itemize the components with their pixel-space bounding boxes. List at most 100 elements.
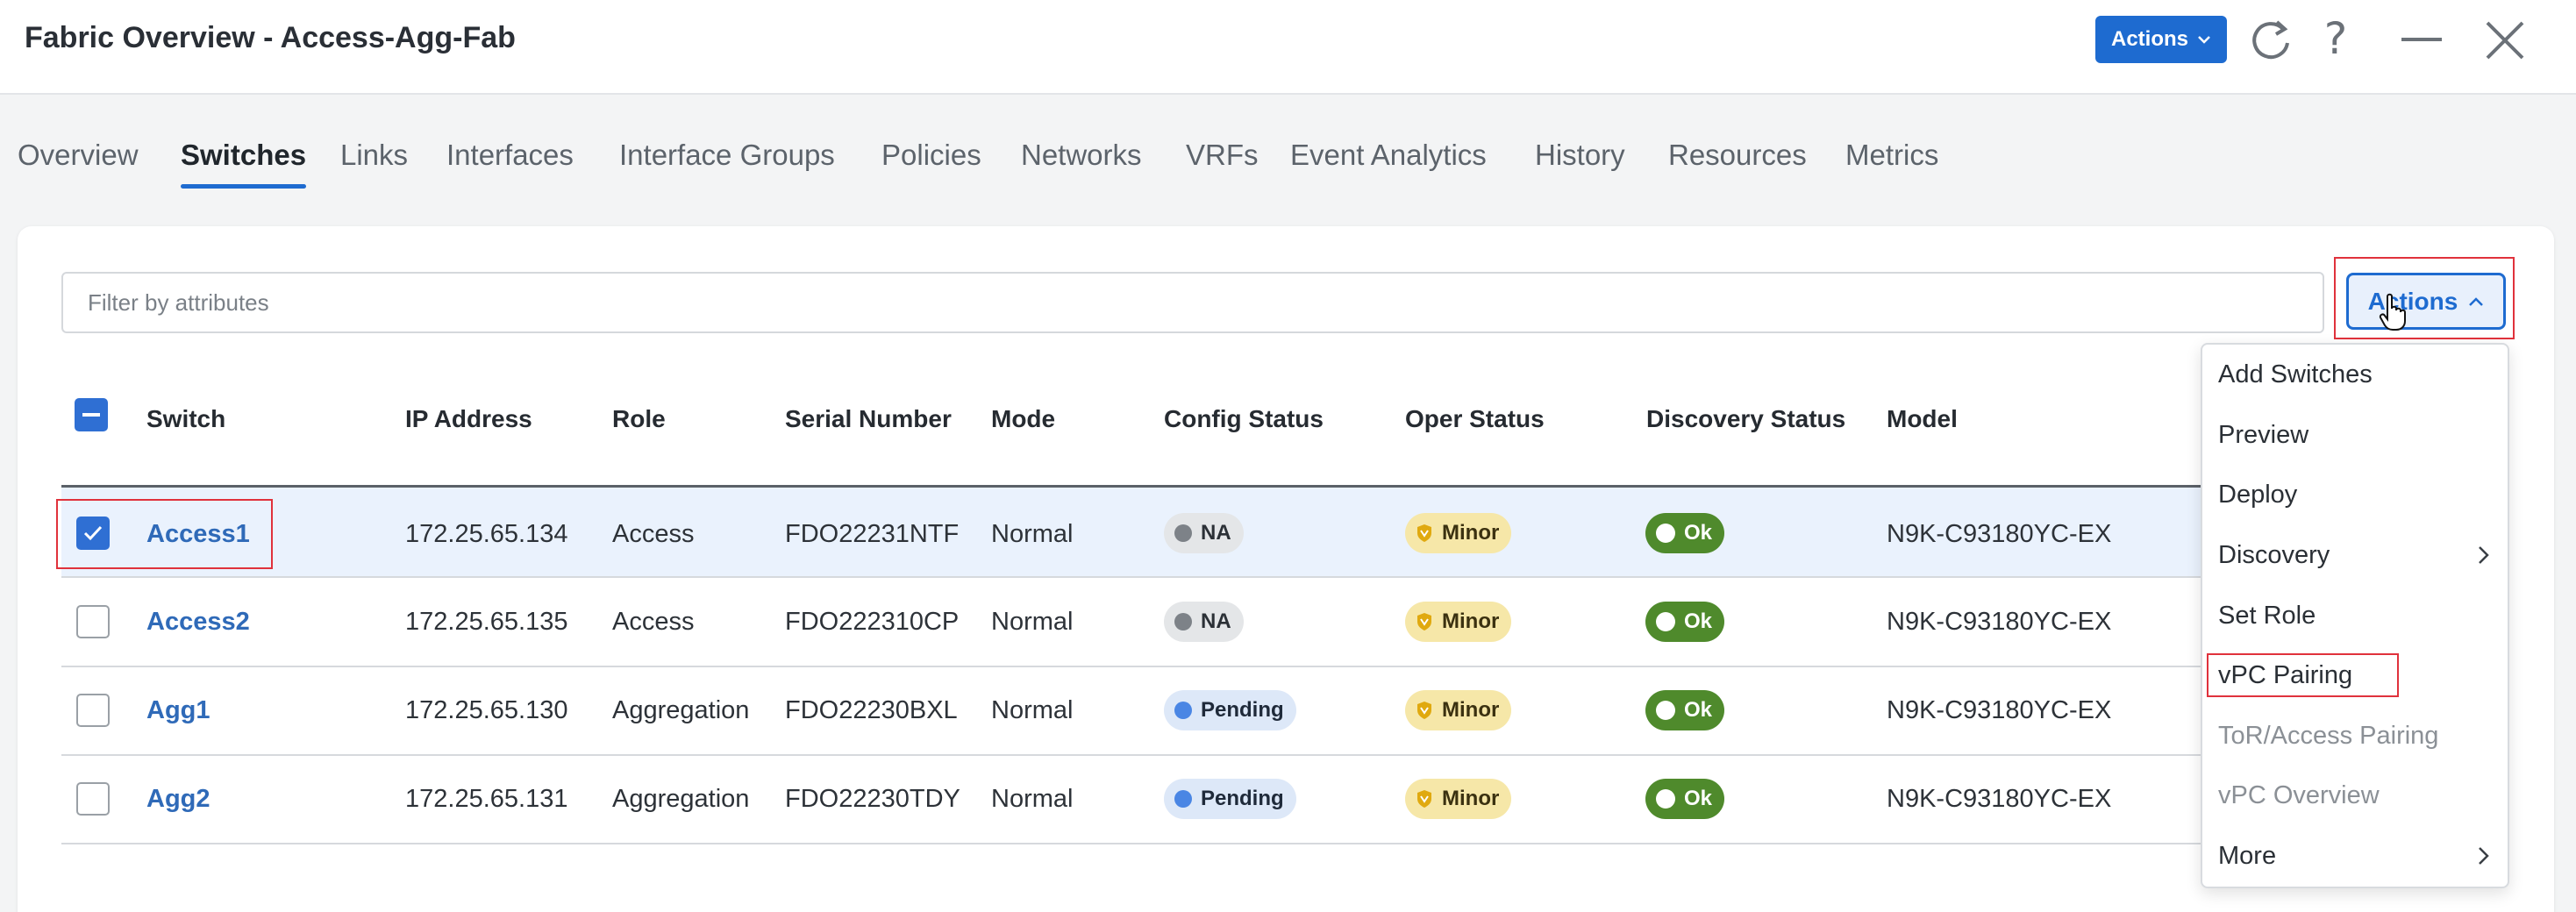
row-checkbox[interactable] bbox=[76, 605, 110, 638]
ip-address-cell: 172.25.65.134 bbox=[405, 520, 568, 548]
discovery-status-badge: Ok bbox=[1645, 690, 1725, 730]
menu-item-vpc-pairing[interactable]: vPC Pairing bbox=[2218, 660, 2352, 690]
config-status-label: NA bbox=[1201, 521, 1231, 545]
tab-event-analytics[interactable]: Event Analytics bbox=[1290, 139, 1487, 172]
menu-item-add-switches[interactable]: Add Switches bbox=[2218, 360, 2373, 389]
discovery-status-badge: Ok bbox=[1645, 602, 1725, 642]
row-checkbox[interactable] bbox=[76, 694, 110, 727]
column-header-oper-status[interactable]: Oper Status bbox=[1405, 405, 1545, 433]
column-header-model[interactable]: Model bbox=[1887, 405, 1958, 433]
minimize-icon[interactable] bbox=[2398, 16, 2445, 63]
discovery-status-label: Ok bbox=[1684, 521, 1713, 545]
ip-address-cell: 172.25.65.130 bbox=[405, 696, 568, 724]
tab-switches[interactable]: Switches bbox=[181, 139, 306, 172]
column-header-discovery-status[interactable]: Discovery Status bbox=[1646, 405, 1845, 433]
table-row[interactable] bbox=[61, 488, 2203, 576]
status-dot-icon bbox=[1174, 613, 1192, 631]
row-divider bbox=[61, 666, 2203, 667]
tab-overview[interactable]: Overview bbox=[18, 139, 139, 172]
mode-cell: Normal bbox=[991, 520, 1074, 548]
tab-policies[interactable]: Policies bbox=[881, 139, 981, 172]
model-cell: N9K-C93180YC-EX bbox=[1887, 520, 2112, 548]
status-dot-icon bbox=[1174, 524, 1192, 542]
help-icon[interactable]: ? bbox=[2312, 12, 2359, 65]
tab-interfaces[interactable]: Interfaces bbox=[446, 139, 574, 172]
tab-networks[interactable]: Networks bbox=[1021, 139, 1142, 172]
menu-item-preview[interactable]: Preview bbox=[2218, 420, 2308, 450]
serial-number-cell: FDO222310CP bbox=[785, 608, 960, 636]
access1-highlight-box bbox=[56, 499, 273, 569]
minor-shield-icon bbox=[1417, 790, 1431, 808]
column-header-switch[interactable]: Switch bbox=[146, 405, 225, 433]
row-divider bbox=[61, 843, 2203, 844]
discovery-status-label: Ok bbox=[1684, 609, 1713, 633]
ip-address-cell: 172.25.65.135 bbox=[405, 608, 568, 636]
column-header-mode[interactable]: Mode bbox=[991, 405, 1055, 433]
status-dot-icon bbox=[1656, 701, 1675, 720]
menu-item-more[interactable]: More bbox=[2218, 841, 2276, 871]
row-divider bbox=[61, 576, 2203, 578]
role-cell: Access bbox=[612, 608, 695, 636]
status-dot-icon bbox=[1656, 524, 1675, 543]
close-icon[interactable] bbox=[2480, 16, 2530, 65]
status-dot-icon bbox=[1174, 790, 1192, 808]
config-status-badge: NA bbox=[1164, 513, 1244, 553]
tab-bar: Overview Switches Links Interfaces Inter… bbox=[0, 95, 2576, 198]
column-header-ip-address[interactable]: IP Address bbox=[405, 405, 532, 433]
menu-item-discovery[interactable]: Discovery bbox=[2218, 540, 2330, 570]
menu-item-vpc-overview: vPC Overview bbox=[2218, 781, 2380, 809]
serial-number-cell: FDO22231NTF bbox=[785, 520, 960, 548]
menu-item-deploy[interactable]: Deploy bbox=[2218, 480, 2297, 509]
config-status-label: NA bbox=[1201, 609, 1231, 633]
header-actions-button[interactable]: Actions bbox=[2095, 16, 2227, 63]
status-dot-icon bbox=[1656, 789, 1675, 809]
serial-number-cell: FDO22230TDY bbox=[785, 785, 960, 813]
refresh-icon[interactable] bbox=[2247, 16, 2296, 65]
switch-link[interactable]: Access2 bbox=[146, 607, 250, 637]
discovery-status-label: Ok bbox=[1684, 787, 1713, 810]
tab-resources[interactable]: Resources bbox=[1668, 139, 1807, 172]
mode-cell: Normal bbox=[991, 696, 1074, 724]
tab-links[interactable]: Links bbox=[340, 139, 408, 172]
window-title: Fabric Overview - Access-Agg-Fab bbox=[25, 21, 516, 54]
chevron-down-icon bbox=[2198, 36, 2210, 44]
window-header: Fabric Overview - Access-Agg-Fab Actions… bbox=[0, 0, 2576, 95]
discovery-status-badge: Ok bbox=[1645, 779, 1725, 819]
minor-shield-icon bbox=[1417, 702, 1431, 719]
config-status-badge: Pending bbox=[1164, 779, 1296, 819]
chevron-right-icon bbox=[2479, 847, 2489, 865]
oper-status-label: Minor bbox=[1442, 609, 1500, 633]
active-tab-indicator bbox=[181, 184, 306, 189]
discovery-status-label: Ok bbox=[1684, 698, 1713, 722]
menu-item-set-role[interactable]: Set Role bbox=[2218, 601, 2316, 631]
model-cell: N9K-C93180YC-EX bbox=[1887, 696, 2112, 724]
status-dot-icon bbox=[1656, 612, 1675, 631]
tab-interface-groups[interactable]: Interface Groups bbox=[619, 139, 835, 172]
menu-item-tor-access-pairing: ToR/Access Pairing bbox=[2218, 722, 2439, 750]
oper-status-badge: Minor bbox=[1405, 779, 1512, 819]
row-divider bbox=[61, 754, 2203, 756]
config-status-badge: Pending bbox=[1164, 690, 1296, 730]
filter-input[interactable] bbox=[61, 272, 2324, 333]
tab-history[interactable]: History bbox=[1535, 139, 1625, 172]
minor-shield-icon bbox=[1417, 613, 1431, 631]
role-cell: Aggregation bbox=[612, 696, 750, 724]
switch-link[interactable]: Agg2 bbox=[146, 784, 211, 814]
switch-link[interactable]: Agg1 bbox=[146, 695, 211, 725]
select-all-checkbox[interactable] bbox=[75, 398, 108, 431]
column-header-role[interactable]: Role bbox=[612, 405, 666, 433]
tab-metrics[interactable]: Metrics bbox=[1845, 139, 1938, 172]
mode-cell: Normal bbox=[991, 608, 1074, 636]
oper-status-label: Minor bbox=[1442, 521, 1500, 545]
tab-vrfs[interactable]: VRFs bbox=[1186, 139, 1259, 172]
discovery-status-badge: Ok bbox=[1645, 513, 1725, 553]
column-header-config-status[interactable]: Config Status bbox=[1164, 405, 1324, 433]
header-actions-label: Actions bbox=[2110, 27, 2188, 51]
oper-status-badge: Minor bbox=[1405, 602, 1512, 642]
actions-button[interactable]: Actions bbox=[2346, 273, 2506, 330]
config-status-badge: NA bbox=[1164, 602, 1244, 642]
row-checkbox[interactable] bbox=[76, 782, 110, 816]
column-header-serial-number[interactable]: Serial Number bbox=[785, 405, 952, 433]
model-cell: N9K-C93180YC-EX bbox=[1887, 785, 2112, 813]
status-dot-icon bbox=[1174, 702, 1192, 719]
